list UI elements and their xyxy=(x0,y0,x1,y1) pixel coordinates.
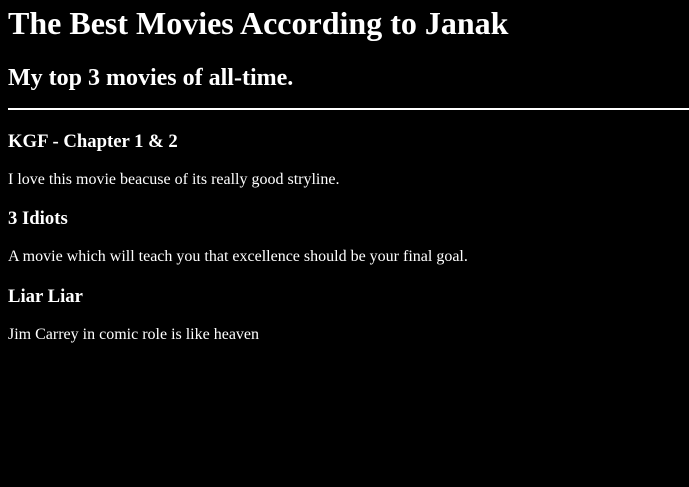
movie-description-1: I love this movie beacuse of its really … xyxy=(8,171,340,188)
page: The Best Movies According to Janak My to… xyxy=(0,0,689,487)
page-title: The Best Movies According to Janak xyxy=(8,5,509,41)
movie-title-2: 3 Idiots xyxy=(8,208,68,229)
movie-description-2: A movie which will teach you that excell… xyxy=(8,248,468,265)
movie-description-3: Jim Carrey in comic role is like heaven xyxy=(8,326,260,343)
movie-title-1: KGF - Chapter 1 & 2 xyxy=(8,131,178,152)
horizontal-divider xyxy=(8,108,689,110)
page-subtitle: My top 3 movies of all-time. xyxy=(8,65,294,91)
movie-title-3: Liar Liar xyxy=(8,286,83,307)
